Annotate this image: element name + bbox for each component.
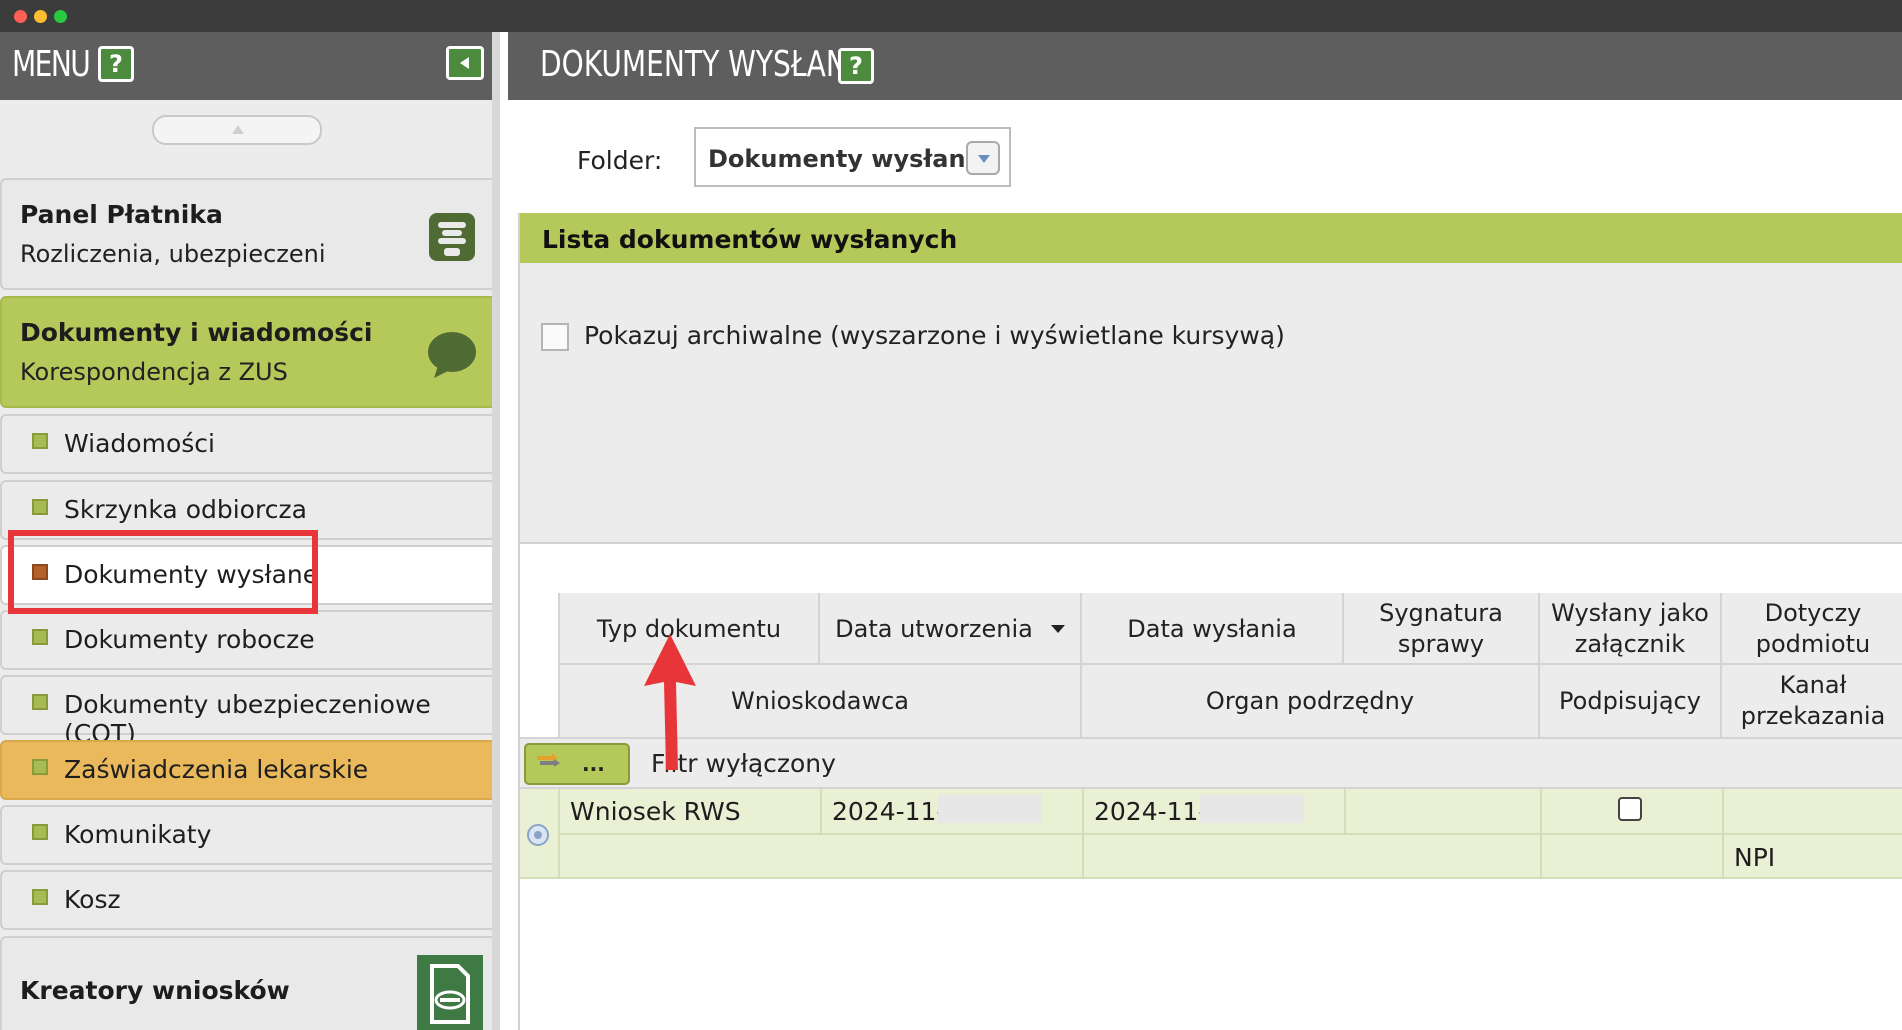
sidebar-item-label: Komunikaty xyxy=(64,820,212,849)
column-header-label: Wysłany jako załącznik xyxy=(1551,599,1709,658)
show-archived-checkbox[interactable] xyxy=(541,323,569,351)
sidebar-item-label: Skrzynka odbiorcza xyxy=(64,495,307,524)
panel-platnika[interactable]: Panel Płatnika Rozliczenia, ubezpieczeni xyxy=(0,178,492,290)
column-header-label: Organ podrzędny xyxy=(1205,686,1415,715)
attachment-checkbox[interactable] xyxy=(1618,797,1642,821)
show-archived-label: Pokazuj archiwalne (wyszarzone i wyświet… xyxy=(584,321,1285,350)
sidebar-item-wiadomosci[interactable]: Wiadomości xyxy=(0,414,492,474)
sidebar-item-label: Zaświadczenia lekarskie xyxy=(64,755,369,784)
sidebar-title: MENU xyxy=(12,44,91,85)
panel-platnika-subtitle: Rozliczenia, ubezpieczeni xyxy=(20,240,326,268)
sidebar-item-label: Kosz xyxy=(64,885,121,914)
redacted-area xyxy=(1200,795,1304,823)
column-header-sygnatura-sprawy[interactable]: Sygnatura sprawy xyxy=(1344,593,1540,665)
chevron-left-icon xyxy=(460,57,469,69)
annotation-highlight-box xyxy=(8,530,318,614)
sidebar-item-dokumenty-ubezpieczeniowe[interactable]: Dokumenty ubezpieczeniowe (COT) xyxy=(0,675,492,748)
cell-data-utworzenia: 2024-11- xyxy=(832,797,946,826)
bullet-icon xyxy=(32,759,48,775)
annotation-arrow xyxy=(644,634,696,770)
divider xyxy=(820,789,822,833)
redacted-area xyxy=(938,795,1042,823)
bullet-icon xyxy=(32,824,48,840)
panel-platnika-title: Panel Płatnika xyxy=(20,200,223,229)
sidebar-item-label: Dokumenty robocze xyxy=(64,625,315,654)
divider xyxy=(558,833,1902,835)
list-header: Lista dokumentów wysłanych xyxy=(520,213,1902,263)
bullet-icon xyxy=(32,694,48,710)
column-header-organ-podrzedny[interactable]: Organ podrzędny xyxy=(1082,665,1540,737)
minimize-window-button[interactable] xyxy=(34,10,47,23)
bullet-icon xyxy=(32,629,48,645)
speech-bubble-icon xyxy=(428,332,476,378)
table-row[interactable]: Wniosek RWS 2024-11- 2024-11- NPI xyxy=(520,789,1902,879)
column-header-label: Dotyczy podmiotu xyxy=(1755,599,1871,658)
chevron-up-icon xyxy=(232,125,244,134)
payer-panel-icon xyxy=(429,213,475,261)
panel-dokumenty-subtitle: Korespondencja z ZUS xyxy=(20,358,288,386)
sidebar-help-button[interactable]: ? xyxy=(98,46,134,82)
column-header-data-wyslania[interactable]: Data wysłania xyxy=(1082,593,1344,665)
zoom-window-button[interactable] xyxy=(54,10,67,23)
scroll-up-button[interactable] xyxy=(152,115,322,145)
cell-typ-dokumentu[interactable]: Wniosek RWS xyxy=(570,797,741,826)
sort-descending-icon xyxy=(1050,625,1065,633)
column-header-label: Wnioskodawca xyxy=(731,686,909,715)
close-window-button[interactable] xyxy=(14,10,27,23)
list-title: Lista dokumentów wysłanych xyxy=(542,225,958,254)
column-header-kanal-przekazania[interactable]: Kanał przekazania xyxy=(1722,665,1902,737)
sidebar-header: MENU ? xyxy=(0,32,492,100)
panel-dokumenty-title: Dokumenty i wiadomości xyxy=(20,318,373,347)
panel-kreatory-wnioskow[interactable]: Kreatory wniosków xyxy=(0,936,492,1030)
sidebar-item-kosz[interactable]: Kosz xyxy=(0,870,492,930)
column-header-wnioskodawca[interactable]: Wnioskodawca xyxy=(558,665,1082,737)
main-header: DOKUMENTY WYSŁANE ? xyxy=(508,32,1902,100)
archive-option-area: Pokazuj archiwalne (wyszarzone i wyświet… xyxy=(520,263,1902,544)
sidebar-item-komunikaty[interactable]: Komunikaty xyxy=(0,805,492,865)
grid-header: Typ dokumentu Data utworzenia Data wysła… xyxy=(558,593,1902,737)
window-titlebar xyxy=(0,0,1902,32)
bullet-icon xyxy=(32,889,48,905)
filter-button-label: ... xyxy=(582,752,605,776)
cell-kanal-przekazania: NPI xyxy=(1734,843,1776,872)
column-header-dotyczy-podmiotu[interactable]: Dotyczy podmiotu xyxy=(1722,593,1902,665)
chevron-down-icon xyxy=(978,155,990,163)
divider xyxy=(520,542,1902,544)
filter-arrows-icon xyxy=(537,753,560,767)
column-header-podpisujacy[interactable]: Podpisujący xyxy=(1540,665,1722,737)
column-header-label: Podpisujący xyxy=(1559,686,1701,715)
document-form-icon xyxy=(417,955,483,1030)
column-header-data-utworzenia[interactable]: Data utworzenia xyxy=(820,593,1082,665)
column-header-label: Sygnatura sprawy xyxy=(1379,599,1503,658)
sidebar-item-dokumenty-robocze[interactable]: Dokumenty robocze xyxy=(0,610,492,670)
column-header-label: Data wysłania xyxy=(1127,614,1297,643)
column-header-label: Kanał przekazania xyxy=(1740,671,1886,730)
folder-select[interactable]: Dokumenty wysłane xyxy=(694,127,1011,187)
filter-row: ... Filtr wyłączony xyxy=(520,737,1902,789)
panel-kreatory-title: Kreatory wniosków xyxy=(20,976,290,1005)
panel-dokumenty-i-wiadomosci[interactable]: Dokumenty i wiadomości Korespondencja z … xyxy=(0,296,492,408)
sidebar-item-zaswiadczenia-lekarskie[interactable]: Zaświadczenia lekarskie xyxy=(0,740,492,800)
folder-dropdown-button[interactable] xyxy=(966,141,1000,175)
documents-list: Lista dokumentów wysłanych Pokazuj archi… xyxy=(518,213,1902,1030)
bullet-icon xyxy=(32,433,48,449)
folder-select-value: Dokumenty wysłane xyxy=(708,145,982,173)
collapse-sidebar-button[interactable] xyxy=(446,46,484,80)
divider xyxy=(1344,789,1346,833)
column-header-label: Data utworzenia xyxy=(835,614,1033,643)
filter-button[interactable]: ... xyxy=(524,743,630,785)
bullet-icon xyxy=(32,499,48,515)
page-title: DOKUMENTY WYSŁANE xyxy=(540,44,865,85)
page-help-button[interactable]: ? xyxy=(838,48,874,84)
cell-data-wyslania: 2024-11- xyxy=(1094,797,1208,826)
folder-label: Folder: xyxy=(577,146,663,175)
sidebar-item-label: Wiadomości xyxy=(64,429,215,458)
column-header-wyslany-jako-zalacznik[interactable]: Wysłany jako załącznik xyxy=(1540,593,1722,665)
row-expand-icon[interactable] xyxy=(527,824,549,846)
